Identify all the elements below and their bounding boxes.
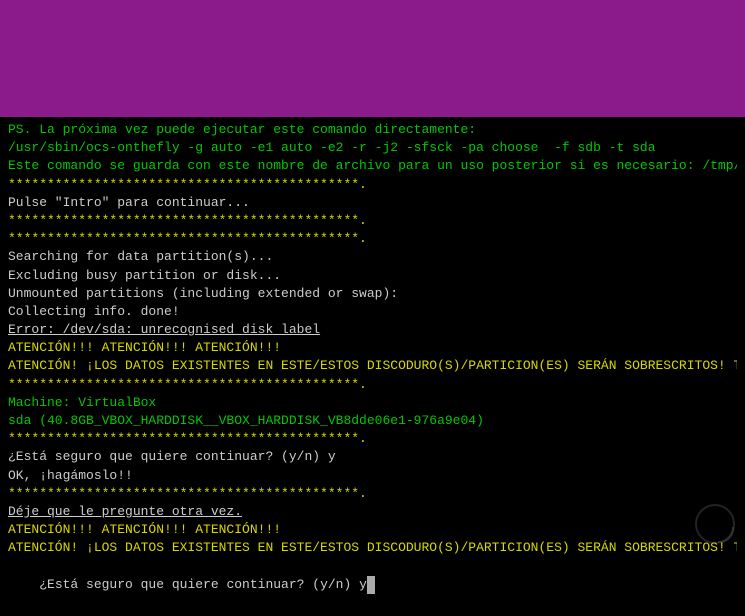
terminal-line: Pulse "Intro" para continuar...	[8, 194, 737, 212]
terminal-line: /usr/sbin/ocs-onthefly -g auto -e1 auto …	[8, 139, 737, 157]
terminal-line: ATENCIÓN! ¡LOS DATOS EXISTENTES EN ESTE/…	[8, 357, 737, 375]
terminal-line: Searching for data partition(s)...	[8, 248, 737, 266]
terminal-line: Unmounted partitions (including extended…	[8, 285, 737, 303]
terminal-line: Déje que le pregunte otra vez.	[8, 503, 737, 521]
prompt-input: y	[359, 577, 367, 592]
terminal-line: ****************************************…	[8, 230, 737, 248]
terminal-output[interactable]: PS. La próxima vez puede ejecutar este c…	[0, 117, 745, 616]
terminal-line: Excluding busy partition or disk...	[8, 267, 737, 285]
watermark-icon	[695, 504, 735, 544]
terminal-line: Este comando se guarda con este nombre d…	[8, 157, 737, 175]
cursor	[367, 576, 375, 594]
terminal-line: PS. La próxima vez puede ejecutar este c…	[8, 121, 737, 139]
prompt-text: ¿Está seguro que quiere continuar? (y/n)	[39, 577, 359, 592]
terminal-line: OK, ¡hagámoslo!!	[8, 467, 737, 485]
terminal-line: ****************************************…	[8, 430, 737, 448]
terminal-line: ****************************************…	[8, 376, 737, 394]
terminal-line: ATENCIÓN!!! ATENCIÓN!!! ATENCIÓN!!!	[8, 521, 737, 539]
terminal-line: ****************************************…	[8, 176, 737, 194]
terminal-line: sda (40.8GB_VBOX_HARDDISK__VBOX_HARDDISK…	[8, 412, 737, 430]
terminal-line: Machine: VirtualBox	[8, 394, 737, 412]
prompt-line[interactable]: ¿Está seguro que quiere continuar? (y/n)…	[8, 558, 737, 613]
terminal-line: ATENCIÓN!!! ATENCIÓN!!! ATENCIÓN!!!	[8, 339, 737, 357]
terminal-line: ATENCIÓN! ¡LOS DATOS EXISTENTES EN ESTE/…	[8, 539, 737, 557]
terminal-line: Collecting info. done!	[8, 303, 737, 321]
terminal-line: ****************************************…	[8, 212, 737, 230]
header-banner	[0, 0, 745, 117]
terminal-line: Error: /dev/sda: unrecognised disk label	[8, 321, 737, 339]
terminal-line: ****************************************…	[8, 485, 737, 503]
terminal-line: ¿Está seguro que quiere continuar? (y/n)…	[8, 448, 737, 466]
